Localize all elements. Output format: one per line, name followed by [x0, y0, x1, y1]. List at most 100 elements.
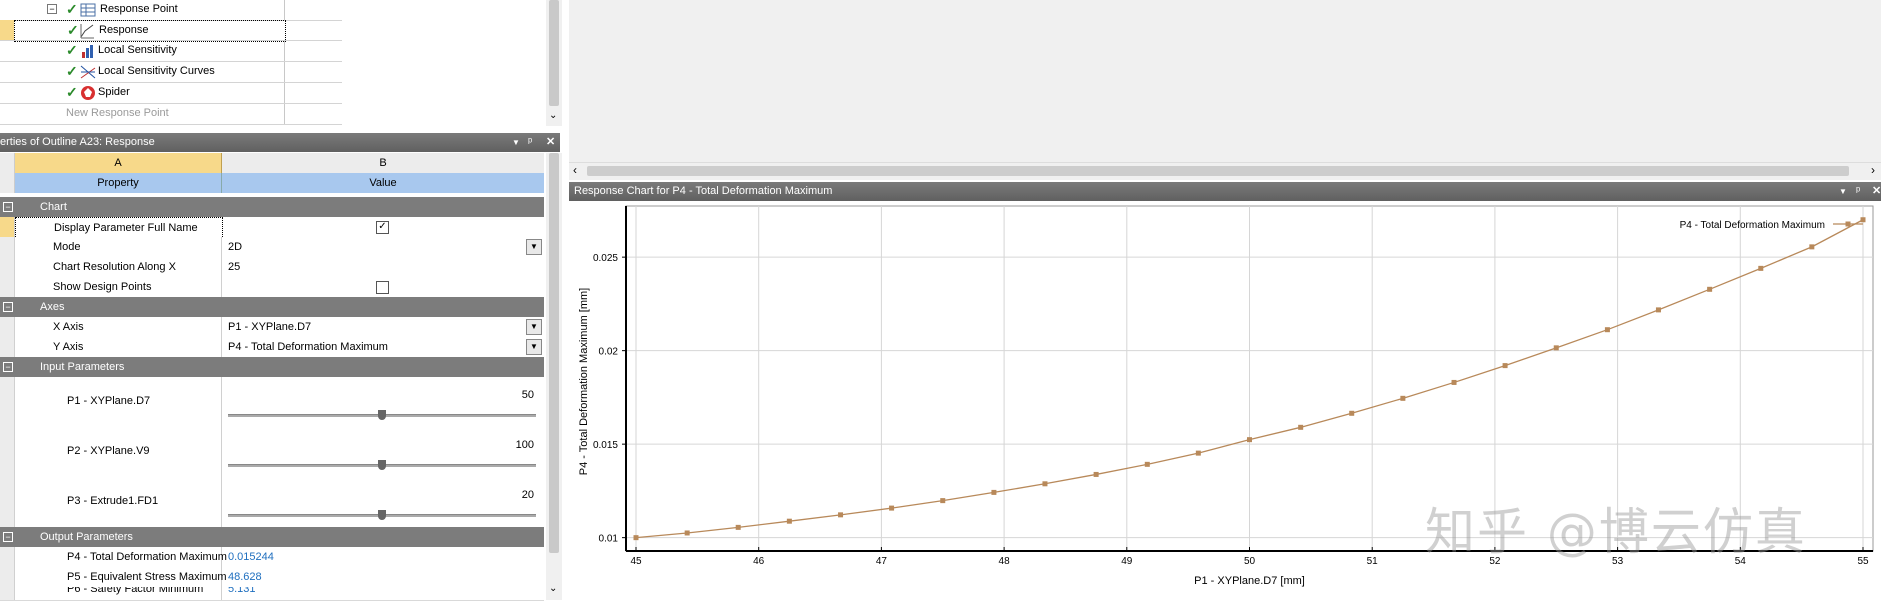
- section-chart[interactable]: − Chart: [0, 197, 544, 217]
- x-tick-label: 50: [1244, 556, 1256, 567]
- chevron-down-icon[interactable]: ▼: [526, 319, 542, 335]
- chevron-down-icon[interactable]: ▼: [526, 239, 542, 255]
- column-b-header[interactable]: B: [222, 153, 544, 174]
- check-icon: ✓: [66, 1, 78, 17]
- property-row-display-full-name[interactable]: Display Parameter Full Name ✓: [0, 217, 544, 239]
- dropdown-icon[interactable]: ▼: [512, 133, 520, 152]
- show-design-points-checkbox[interactable]: [376, 281, 389, 294]
- properties-scrollbar[interactable]: ⌄: [546, 153, 562, 600]
- data-point: [1655, 307, 1661, 313]
- horizontal-scrollbar[interactable]: ‹ ›: [569, 162, 1881, 180]
- mode-value[interactable]: 2D: [228, 241, 242, 253]
- display-full-name-checkbox[interactable]: ✓: [376, 221, 389, 234]
- property-row-show-design-points[interactable]: Show Design Points: [0, 277, 544, 298]
- x-tick-label: 51: [1367, 556, 1379, 567]
- data-point: [1144, 461, 1150, 467]
- data-point: [684, 530, 690, 536]
- tree-row-new-response-point[interactable]: New Response Point: [0, 104, 342, 125]
- property-row-p4[interactable]: P4 - Total Deformation Maximum 0.015244: [0, 547, 544, 568]
- tree-row-local-sensitivity-curves[interactable]: ✓ Local Sensitivity Curves: [0, 62, 342, 83]
- section-input-parameters[interactable]: − Input Parameters: [0, 357, 544, 377]
- column-a-header[interactable]: A: [15, 153, 222, 173]
- scroll-left-icon[interactable]: ‹: [573, 163, 577, 177]
- check-icon: ✓: [67, 22, 79, 38]
- tree-row-response-point[interactable]: − ✓ Response Point: [0, 0, 342, 21]
- tree-row-local-sensitivity[interactable]: ✓ Local Sensitivity: [0, 41, 342, 62]
- collapse-icon[interactable]: −: [3, 362, 13, 372]
- check-icon: ✓: [66, 84, 78, 100]
- properties-header: A B Property Value: [0, 153, 544, 193]
- tree-item-label: Spider: [98, 86, 130, 98]
- y-tick-label: 0.01: [599, 534, 619, 545]
- tree-item-label: Local Sensitivity: [98, 44, 177, 56]
- p3-value[interactable]: 20: [522, 489, 534, 501]
- tree-item-label: Response Point: [100, 3, 178, 15]
- scroll-right-icon[interactable]: ›: [1871, 163, 1875, 177]
- x-tick-label: 55: [1857, 556, 1869, 567]
- close-icon[interactable]: ✕: [546, 133, 555, 152]
- tree-row-response[interactable]: ✓ Response: [0, 20, 342, 42]
- scroll-thumb[interactable]: [587, 166, 1849, 176]
- close-icon[interactable]: ✕: [1872, 182, 1881, 201]
- data-point: [1758, 265, 1764, 271]
- property-row-p6[interactable]: P6 - Safety Factor Minimum 5.131: [0, 587, 544, 601]
- p1-slider-thumb[interactable]: [378, 410, 386, 420]
- data-point: [1042, 481, 1048, 487]
- scroll-thumb[interactable]: [549, 0, 559, 106]
- data-point: [1860, 217, 1866, 223]
- property-row-p1[interactable]: P1 - XYPlane.D7 50: [0, 377, 544, 428]
- property-row-chart-resolution[interactable]: Chart Resolution Along X 25: [0, 257, 544, 278]
- data-point: [1553, 345, 1559, 351]
- data-point: [1451, 379, 1457, 385]
- p2-value[interactable]: 100: [516, 439, 534, 451]
- scroll-thumb[interactable]: [549, 153, 559, 553]
- data-point: [1349, 410, 1355, 416]
- section-axes[interactable]: − Axes: [0, 297, 544, 317]
- collapse-icon[interactable]: −: [3, 532, 13, 542]
- collapse-icon[interactable]: −: [47, 4, 57, 14]
- x-axis-select[interactable]: P1 - XYPlane.D7: [228, 321, 311, 333]
- collapse-icon[interactable]: −: [3, 202, 13, 212]
- property-row-p2[interactable]: P2 - XYPlane.V9 100: [0, 427, 544, 478]
- property-row-p3[interactable]: P3 - Extrude1.FD1 20: [0, 477, 544, 528]
- check-icon: ✓: [66, 42, 78, 58]
- chart-resolution-input[interactable]: 25: [228, 261, 240, 273]
- y-tick-label: 0.02: [599, 347, 619, 358]
- y-axis-select[interactable]: P4 - Total Deformation Maximum: [228, 341, 388, 353]
- data-point: [1247, 437, 1252, 443]
- property-row-p5[interactable]: P5 - Equivalent Stress Maximum 48.628: [0, 567, 544, 588]
- pin-icon[interactable]: ᵖ: [528, 133, 532, 152]
- properties-panel-title: erties of Outline A23: Response ▼ ᵖ ✕: [0, 133, 560, 152]
- p2-slider-thumb[interactable]: [378, 460, 386, 470]
- data-point: [633, 535, 639, 541]
- collapse-icon[interactable]: −: [3, 302, 13, 312]
- data-point: [889, 505, 895, 511]
- p6-value: 5.131: [228, 587, 256, 595]
- p3-slider-thumb[interactable]: [378, 510, 386, 520]
- section-output-parameters[interactable]: − Output Parameters: [0, 527, 544, 547]
- property-row-mode[interactable]: Mode 2D ▼: [0, 237, 544, 258]
- scroll-down-icon[interactable]: ⌄: [549, 110, 557, 121]
- scroll-down-icon[interactable]: ⌄: [549, 583, 557, 594]
- chart-panel-title: Response Chart for P4 - Total Deformatio…: [569, 182, 1881, 201]
- property-row-x-axis[interactable]: X Axis P1 - XYPlane.D7 ▼: [0, 317, 544, 338]
- tree-row-spider[interactable]: ✓ Spider: [0, 83, 342, 104]
- y-axis-label: P4 - Total Deformation Maximum [mm]: [578, 288, 590, 475]
- property-row-y-axis[interactable]: Y Axis P4 - Total Deformation Maximum ▼: [0, 337, 544, 358]
- chevron-down-icon[interactable]: ▼: [526, 339, 542, 355]
- data-point: [1604, 327, 1610, 333]
- data-point: [1400, 395, 1406, 401]
- data-point: [991, 489, 997, 495]
- y-tick-label: 0.025: [593, 253, 618, 264]
- x-tick-label: 45: [630, 556, 642, 567]
- dropdown-icon[interactable]: ▼: [1839, 182, 1847, 201]
- data-point: [1195, 450, 1201, 456]
- p4-value: 0.015244: [228, 551, 274, 563]
- outline-scrollbar[interactable]: ⌄: [546, 0, 562, 126]
- bar-chart-icon: [82, 45, 93, 58]
- pin-icon[interactable]: ᵖ: [1856, 182, 1860, 201]
- p1-value[interactable]: 50: [522, 389, 534, 401]
- data-point: [1298, 424, 1304, 430]
- data-point: [838, 512, 844, 518]
- check-icon: ✓: [66, 63, 78, 79]
